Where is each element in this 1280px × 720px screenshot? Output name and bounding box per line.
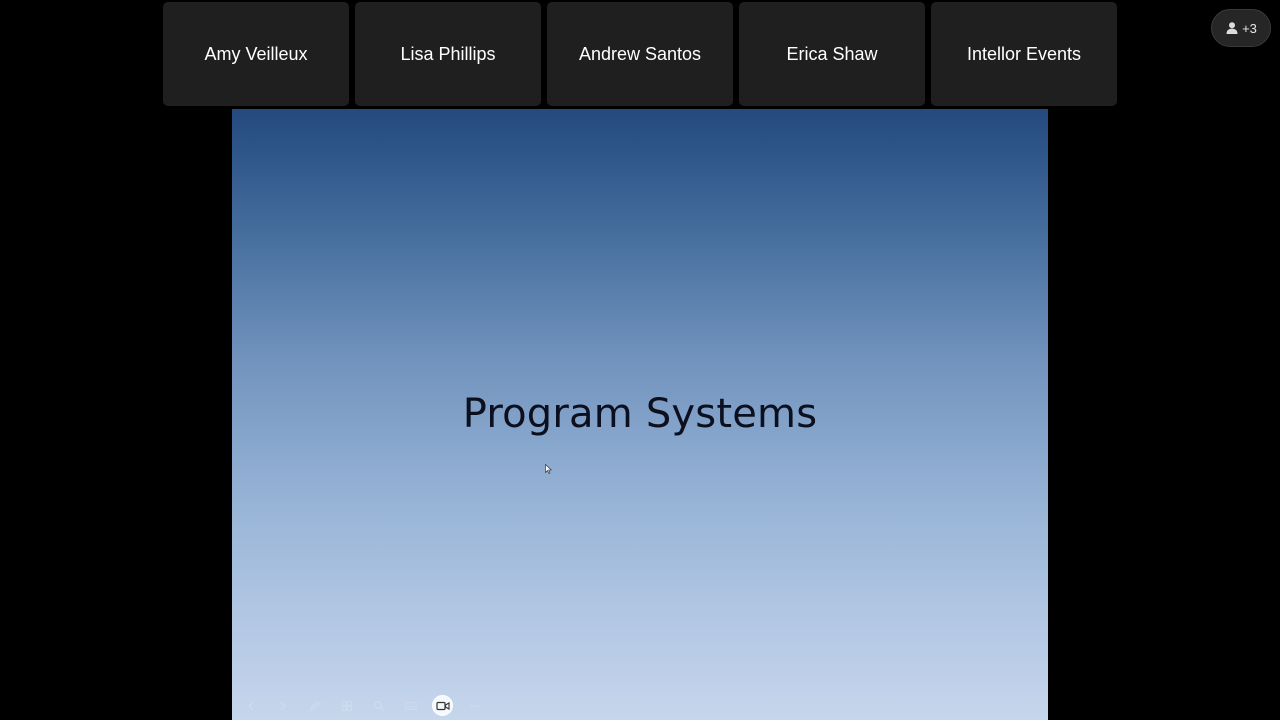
more-options-button[interactable] [464, 695, 485, 716]
more-icon [470, 704, 479, 707]
zoom-icon [373, 700, 384, 711]
previous-slide-icon [247, 700, 254, 711]
participant-tile[interactable]: Amy Veilleux [163, 2, 349, 106]
slides-grid-icon [341, 700, 352, 711]
more-participants-button[interactable]: +3 [1211, 9, 1271, 47]
participant-tile[interactable]: Intellor Events [931, 2, 1117, 106]
participant-name: Andrew Santos [578, 43, 702, 64]
camera-icon [435, 701, 450, 710]
shared-slide: Program Systems [232, 109, 1048, 720]
subtitles-button[interactable] [400, 695, 421, 716]
subtitles-icon [405, 701, 416, 710]
pen-button[interactable] [304, 695, 325, 716]
next-slide-icon [279, 700, 286, 711]
zoom-button[interactable] [368, 695, 389, 716]
previous-slide-button[interactable] [240, 695, 261, 716]
participant-strip: Amy Veilleux Lisa Phillips Andrew Santos… [163, 2, 1117, 106]
meeting-stage: Amy Veilleux Lisa Phillips Andrew Santos… [0, 0, 1280, 720]
slide-title: Program Systems [462, 391, 818, 437]
slide-control-toolbar [240, 695, 485, 716]
participant-tile[interactable]: Andrew Santos [547, 2, 733, 106]
more-participants-count: +3 [1242, 20, 1257, 36]
slides-grid-button[interactable] [336, 695, 357, 716]
mouse-cursor-icon [545, 464, 552, 474]
next-slide-button[interactable] [272, 695, 293, 716]
person-icon [1225, 21, 1239, 35]
camera-button[interactable] [432, 695, 453, 716]
pen-icon [309, 700, 320, 711]
participant-name: Erica Shaw [786, 43, 878, 64]
participant-name: Intellor Events [966, 43, 1082, 64]
participant-name: Amy Veilleux [204, 43, 308, 64]
participant-tile[interactable]: Lisa Phillips [355, 2, 541, 106]
participant-tile[interactable]: Erica Shaw [739, 2, 925, 106]
participant-name: Lisa Phillips [400, 43, 496, 64]
